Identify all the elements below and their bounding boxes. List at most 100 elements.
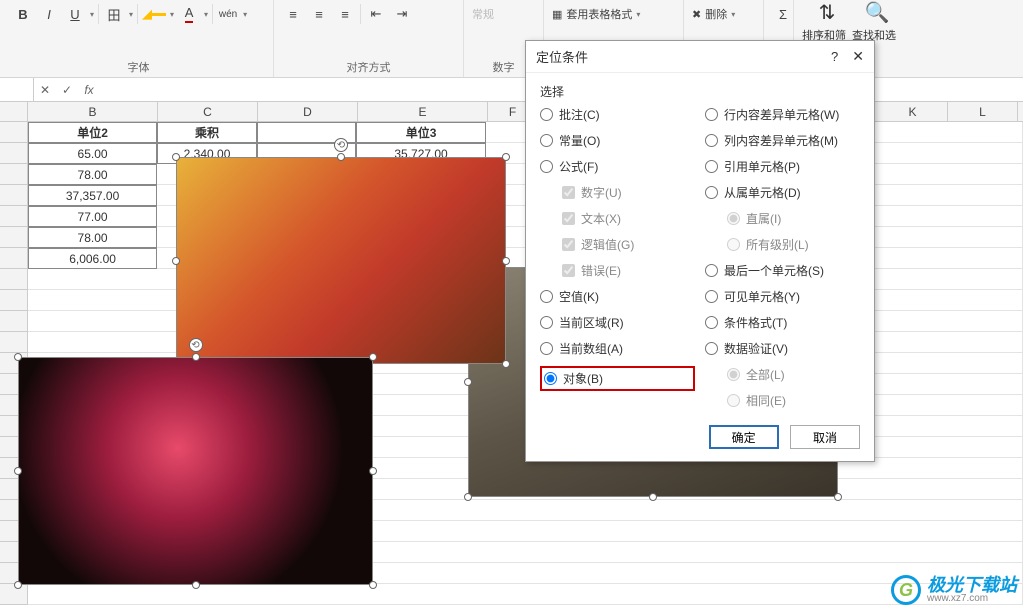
cell[interactable]: 37,357.00: [28, 185, 157, 206]
row-header[interactable]: [0, 143, 28, 164]
opt-all: 全部(L): [727, 366, 860, 383]
opt-errors: 错误(E): [562, 262, 695, 279]
opt-formulas[interactable]: 公式(F): [540, 158, 695, 175]
row-header[interactable]: [0, 248, 28, 269]
opt-comments[interactable]: 批注(C): [540, 106, 695, 123]
opt-same: 相同(E): [727, 392, 860, 409]
ok-button[interactable]: 确定: [709, 425, 779, 449]
opt-constants[interactable]: 常量(O): [540, 132, 695, 149]
col-header[interactable]: E: [358, 102, 488, 121]
group-label-font: 字体: [4, 59, 273, 75]
opt-dependents[interactable]: 从属单元格(D): [705, 184, 860, 201]
underline-button[interactable]: U: [64, 3, 86, 25]
help-button[interactable]: ?: [831, 49, 838, 64]
delete-icon: ✖: [692, 8, 701, 21]
row-header[interactable]: [0, 269, 28, 290]
formula-cancel-button[interactable]: ✕: [34, 79, 56, 101]
embedded-image[interactable]: ⟲: [176, 157, 506, 364]
row-header[interactable]: [0, 185, 28, 206]
embedded-image[interactable]: ⟲: [18, 357, 373, 585]
row-header[interactable]: [0, 290, 28, 311]
rotate-handle[interactable]: ⟲: [189, 338, 203, 352]
italic-button[interactable]: I: [38, 3, 60, 25]
autosum-button[interactable]: Σ: [772, 3, 794, 25]
table-row: [0, 584, 1023, 605]
align-left-button[interactable]: ≡: [282, 3, 304, 25]
group-label-align: 对齐方式: [274, 59, 463, 75]
formula-confirm-button[interactable]: ✓: [56, 79, 78, 101]
name-box[interactable]: [0, 78, 34, 101]
opt-current-array[interactable]: 当前数组(A): [540, 340, 695, 357]
cell[interactable]: 单位2: [28, 122, 157, 143]
dialog-left-column: 批注(C) 常量(O) 公式(F) 数字(U) 文本(X) 逻辑值(G) 错误(…: [540, 106, 695, 409]
dropdown-icon: ▾: [170, 10, 174, 19]
indent-increase-button[interactable]: ⇥: [391, 3, 413, 25]
col-header[interactable]: D: [258, 102, 358, 121]
opt-lastcell[interactable]: 最后一个单元格(S): [705, 262, 860, 279]
phonetic-button[interactable]: wén: [217, 3, 239, 25]
row-header[interactable]: [0, 122, 28, 143]
opt-objects-highlight: 对象(B): [540, 366, 695, 391]
col-header[interactable]: C: [158, 102, 258, 121]
row-header[interactable]: [0, 164, 28, 185]
cell[interactable]: 单位3: [356, 122, 485, 143]
cell[interactable]: 78.00: [28, 227, 157, 248]
watermark: G 极光下载站 www.xz7.com: [891, 575, 1017, 605]
bold-button[interactable]: B: [12, 3, 34, 25]
dialog-title: 定位条件: [536, 47, 588, 66]
opt-logical: 逻辑值(G): [562, 236, 695, 253]
cancel-button[interactable]: 取消: [790, 425, 860, 449]
opt-current-region[interactable]: 当前区域(R): [540, 314, 695, 331]
indent-decrease-button[interactable]: ⇤: [365, 3, 387, 25]
opt-precedents[interactable]: 引用单元格(P): [705, 158, 860, 175]
opt-direct: 直属(I): [727, 210, 860, 227]
col-header[interactable]: L: [948, 102, 1018, 121]
border-button[interactable]: 田: [103, 3, 125, 25]
cell[interactable]: 78.00: [28, 164, 157, 185]
ribbon-group-align: ≡ ≡ ≡ ⇤ ⇥ 对齐方式: [274, 0, 464, 77]
opt-objects[interactable]: 对象(B): [544, 370, 603, 387]
align-center-button[interactable]: ≡: [308, 3, 330, 25]
dropdown-icon: ▾: [204, 10, 208, 19]
ribbon-group-font: B I U ▾ 田 ▾ ◢ ▾ A ▾ wén ▾ 字体: [4, 0, 274, 77]
cell[interactable]: 65.00: [28, 143, 157, 164]
row-header[interactable]: [0, 227, 28, 248]
opt-datavalid[interactable]: 数据验证(V): [705, 340, 860, 357]
dropdown-icon: ▾: [90, 10, 94, 19]
dialog-right-column: 行内容差异单元格(W) 列内容差异单元格(M) 引用单元格(P) 从属单元格(D…: [705, 106, 860, 409]
row-header[interactable]: [0, 311, 28, 332]
dropdown-icon: ▾: [243, 10, 247, 19]
fill-color-button[interactable]: ◢: [142, 3, 166, 25]
separator: [360, 4, 361, 24]
separator: [98, 4, 99, 24]
align-right-button[interactable]: ≡: [334, 3, 356, 25]
font-color-button[interactable]: A: [178, 3, 200, 25]
row-header[interactable]: [0, 206, 28, 227]
fx-button[interactable]: fx: [78, 79, 100, 101]
col-header[interactable]: K: [878, 102, 948, 121]
opt-rowdiff[interactable]: 行内容差异单元格(W): [705, 106, 860, 123]
goto-special-dialog: 定位条件 ? ✕ 选择 批注(C) 常量(O) 公式(F) 数字(U) 文本(X…: [525, 40, 875, 462]
cell[interactable]: 77.00: [28, 206, 157, 227]
delete-button[interactable]: ✖ 删除▾: [692, 2, 755, 26]
number-format-selector[interactable]: 常规: [472, 6, 494, 22]
opt-condfmt[interactable]: 条件格式(T): [705, 314, 860, 331]
select-all-corner[interactable]: [0, 102, 28, 121]
close-button[interactable]: ✕: [852, 48, 864, 65]
separator: [212, 4, 213, 24]
row-header[interactable]: [0, 332, 28, 353]
opt-blanks[interactable]: 空值(K): [540, 288, 695, 305]
cell[interactable]: [28, 584, 1023, 605]
opt-visible[interactable]: 可见单元格(Y): [705, 288, 860, 305]
opt-coldiff[interactable]: 列内容差异单元格(M): [705, 132, 860, 149]
dialog-titlebar[interactable]: 定位条件 ? ✕: [526, 41, 874, 73]
cell[interactable]: 6,006.00: [28, 248, 157, 269]
table-icon: ▦: [552, 8, 562, 21]
search-icon: 🔍: [865, 0, 890, 25]
watermark-logo-icon: G: [891, 575, 921, 605]
separator: [137, 4, 138, 24]
col-header[interactable]: B: [28, 102, 158, 121]
rotate-handle[interactable]: ⟲: [334, 138, 348, 152]
cell[interactable]: 乘积: [157, 122, 257, 143]
table-format-button[interactable]: ▦ 套用表格格式▾: [552, 2, 675, 26]
